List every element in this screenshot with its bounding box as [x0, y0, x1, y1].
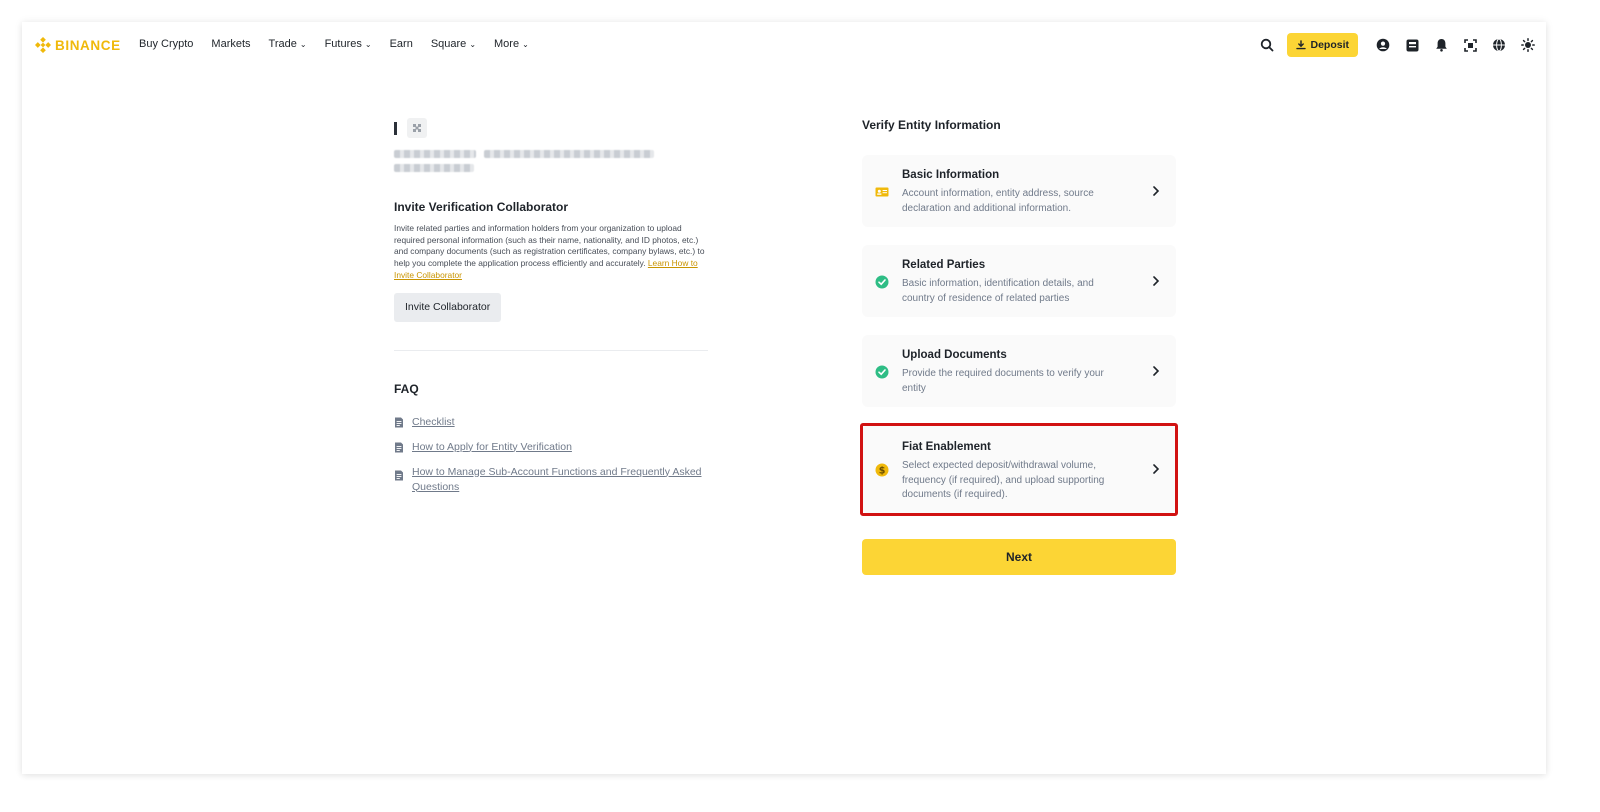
download-app-icon[interactable] — [1460, 35, 1480, 55]
faq-item: How to Manage Sub-Account Functions and … — [394, 465, 709, 495]
faq-link-checklist[interactable]: Checklist — [412, 415, 455, 430]
card-related-parties[interactable]: Related Parties Basic information, ident… — [862, 245, 1176, 317]
faq-item: Checklist — [394, 415, 709, 430]
nav-buy-crypto[interactable]: Buy Crypto — [139, 38, 193, 50]
main-nav: Buy Crypto Markets Trade ⌄ Futures ⌄ Earn … — [139, 38, 547, 50]
left-panel: Invite Verification Collaborator Invite … — [394, 118, 709, 505]
bell-icon[interactable] — [1431, 35, 1451, 55]
faq-list: Checklist How to Apply for Entity Verifi… — [394, 415, 709, 495]
right-panel: Verify Entity Information — [862, 118, 1176, 132]
id-card-icon — [875, 187, 889, 197]
nav-markets[interactable]: Markets — [211, 38, 250, 50]
nav-label: More — [494, 38, 520, 50]
card-description: Provide the required documents to verify… — [902, 368, 1104, 394]
binance-logo[interactable]: BINANCE — [35, 37, 121, 53]
header-tools: Deposit — [1248, 33, 1538, 57]
nav-label: Square — [430, 38, 467, 50]
chevron-down-icon: ⌄ — [364, 39, 372, 49]
theme-icon[interactable] — [1518, 35, 1538, 55]
deposit-button[interactable]: Deposit — [1287, 33, 1358, 57]
nav-label: Earn — [389, 38, 413, 50]
card-description: Basic information, identification detail… — [902, 278, 1094, 304]
nav-label: Markets — [211, 38, 251, 50]
brand-name: BINANCE — [55, 37, 121, 53]
card-title: Upload Documents — [902, 349, 1007, 361]
section-divider — [394, 349, 708, 351]
nav-futures[interactable]: Futures ⌄ — [325, 38, 372, 50]
document-icon — [395, 442, 403, 453]
chevron-down-icon: ⌄ — [522, 39, 529, 49]
chevron-down-icon: ⌄ — [299, 39, 307, 49]
check-circle-icon — [875, 365, 889, 379]
nav-label: Trade — [268, 38, 297, 50]
verify-title: Verify Entity Information — [862, 118, 1001, 132]
nav-trade[interactable]: Trade ⌄ — [269, 38, 307, 50]
redacted-entity-name — [394, 150, 709, 172]
user-icon[interactable] — [1373, 35, 1393, 55]
nav-more[interactable]: More ⌄ — [494, 38, 529, 50]
deposit-label: Deposit — [1310, 39, 1349, 51]
faq-link-entity-verification[interactable]: How to Apply for Entity Verification — [412, 440, 572, 455]
app-window: BINANCE Buy Crypto Markets Trade ⌄ Future… — [22, 22, 1546, 774]
faq-title: FAQ — [394, 381, 419, 396]
card-title: Basic Information — [902, 169, 1000, 181]
card-title: Related Parties — [902, 259, 986, 271]
card-fiat-enablement[interactable]: $ Fiat Enablement Select expected deposi… — [862, 426, 1176, 513]
binance-logo-icon — [35, 37, 51, 53]
nav-label: Futures — [324, 38, 362, 50]
chevron-right-icon — [1153, 186, 1160, 196]
invite-description: Invite related parties and information h… — [394, 223, 706, 282]
orders-icon[interactable] — [1402, 35, 1422, 55]
globe-icon[interactable] — [1489, 35, 1509, 55]
document-icon — [395, 417, 403, 428]
nav-earn[interactable]: Earn — [390, 38, 413, 50]
nav-square[interactable]: Square ⌄ — [431, 38, 476, 50]
nav-label: Buy Crypto — [139, 38, 194, 50]
chevron-right-icon — [1153, 276, 1160, 286]
dollar-coin-icon: $ — [875, 463, 889, 477]
chevron-down-icon: ⌄ — [469, 39, 477, 49]
next-button[interactable]: Next — [862, 539, 1176, 575]
invite-collaborator-button[interactable]: Invite Collaborator — [394, 292, 502, 322]
card-description: Select expected deposit/withdrawal volum… — [902, 460, 1105, 500]
chevron-right-icon — [1153, 464, 1160, 474]
entity-header — [394, 118, 709, 138]
card-upload-documents[interactable]: Upload Documents Provide the required do… — [862, 335, 1176, 407]
top-navbar: BINANCE Buy Crypto Markets Trade ⌄ Future… — [22, 22, 1546, 68]
entity-avatar — [407, 118, 427, 138]
card-basic-information[interactable]: Basic Information Account information, e… — [862, 155, 1176, 227]
download-icon — [1296, 40, 1307, 50]
faq-link-sub-account[interactable]: How to Manage Sub-Account Functions and … — [412, 465, 709, 495]
section-marker — [394, 121, 397, 135]
document-icon — [395, 470, 403, 481]
svg-text:$: $ — [879, 465, 886, 476]
card-title: Fiat Enablement — [902, 441, 991, 453]
faq-item: How to Apply for Entity Verification — [394, 440, 709, 455]
chevron-right-icon — [1153, 366, 1160, 376]
search-icon[interactable] — [1257, 35, 1277, 55]
invite-title: Invite Verification Collaborator — [394, 200, 569, 214]
card-description: Account information, entity address, sou… — [902, 188, 1094, 214]
check-circle-icon — [875, 275, 889, 289]
